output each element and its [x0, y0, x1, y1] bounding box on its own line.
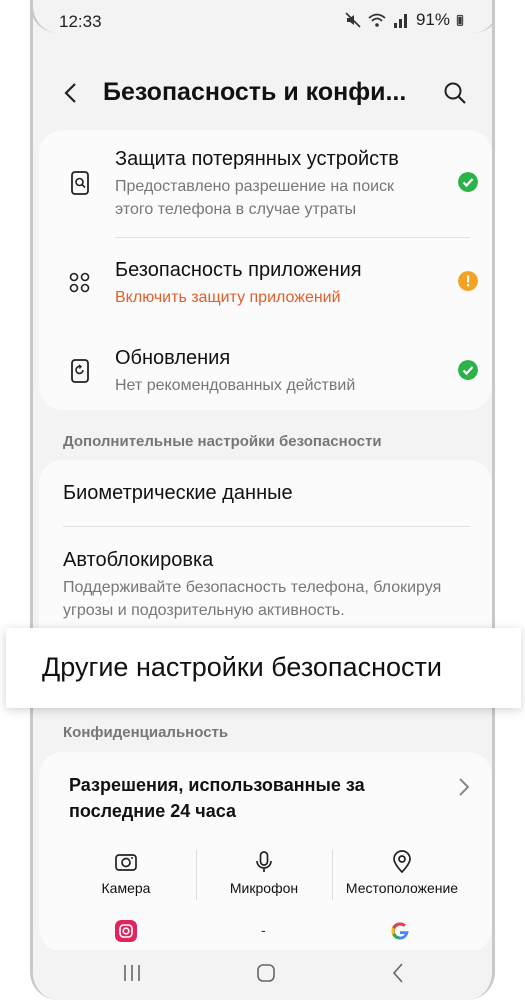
page-title: Безопасность и конфи...: [103, 78, 407, 106]
updates-title: Обновления: [115, 347, 231, 369]
other-security-settings-label: Другие настройки безопасности: [42, 652, 442, 682]
biometrics-item[interactable]: Биометрические данные: [39, 460, 492, 526]
other-security-settings-item[interactable]: Другие настройки безопасности: [6, 628, 521, 708]
location-icon: [393, 850, 411, 874]
wifi-icon: [368, 13, 386, 27]
check-status-icon: [458, 360, 478, 380]
chevron-right-icon: [459, 778, 470, 796]
app-security-title: Безопасность приложения: [115, 259, 362, 281]
permission-apps-row: -: [39, 920, 492, 944]
autoblock-subtitle: Поддерживайте безопасность телефона, бло…: [63, 579, 442, 619]
microphone-column[interactable]: Микрофон: [197, 850, 331, 900]
battery-icon: [456, 14, 464, 26]
search-icon[interactable]: [442, 80, 468, 106]
autoblock-item[interactable]: Автоблокировка Поддерживайте безопасност…: [39, 527, 492, 627]
status-time: 12:33: [59, 12, 102, 31]
privacy-section-label: Конфиденциальность: [63, 724, 229, 741]
security-status-card: Защита потерянных устройств Предоставлен…: [39, 130, 492, 410]
recent-apps-icon[interactable]: [117, 960, 147, 986]
updates-subtitle: Нет рекомендованных действий: [115, 377, 356, 394]
battery-percent: 91%: [415, 10, 450, 29]
permissions-title: Разрешения, использованные за последние …: [69, 775, 365, 821]
privacy-card: Разрешения, использованные за последние …: [39, 752, 492, 952]
microphone-icon: [256, 851, 272, 872]
app-security-subtitle: Включить защиту приложений: [115, 289, 341, 306]
back-arrow-icon[interactable]: [59, 78, 85, 108]
updates-icon: [71, 359, 89, 383]
camera-label: Камера: [101, 880, 151, 896]
lost-device-subtitle: Предоставлено разрешение на поиск этого …: [115, 178, 395, 218]
permissions-item[interactable]: Разрешения, использованные за последние …: [39, 752, 492, 832]
lost-device-icon: [71, 171, 89, 195]
app-security-item[interactable]: Безопасность приложения Включить защиту …: [39, 238, 492, 326]
divider: [196, 850, 197, 900]
instagram-app-icon: [115, 920, 137, 942]
back-nav-icon[interactable]: [383, 960, 413, 986]
autoblock-title: Автоблокировка: [63, 549, 214, 571]
additional-section-label: Дополнительные настройки безопасности: [63, 433, 382, 450]
biometrics-title: Биометрические данные: [63, 482, 293, 504]
app-bar: Безопасность и конфи...: [33, 66, 492, 122]
navigation-bar: [33, 950, 492, 1000]
camera-column[interactable]: Камера: [59, 850, 193, 900]
google-app-icon: [391, 922, 409, 940]
lost-device-item[interactable]: Защита потерянных устройств Предоставлен…: [39, 130, 492, 230]
updates-item[interactable]: Обновления Нет рекомендованных действий: [39, 326, 492, 410]
status-bar: 12:33 91%: [33, 0, 492, 44]
app-security-icon: [69, 272, 90, 293]
warning-status-icon: [458, 271, 478, 291]
divider: [332, 850, 333, 900]
check-status-icon: [458, 172, 478, 192]
signal-icon: [393, 14, 407, 28]
microphone-label: Микрофон: [229, 880, 299, 896]
location-label: Местоположение: [345, 880, 459, 896]
status-icons: 91%: [344, 10, 468, 30]
camera-icon: [115, 854, 137, 871]
phone-screen: 12:33 91% Безопасность и конфи... Защита…: [30, 0, 495, 1000]
microphone-apps-none: -: [261, 922, 266, 938]
lost-device-title: Защита потерянных устройств: [115, 148, 399, 170]
home-icon[interactable]: [251, 960, 281, 986]
mute-icon: [345, 12, 361, 28]
permission-columns: Камера Микрофон Местоположение: [39, 850, 492, 900]
location-column[interactable]: Местоположение: [335, 850, 469, 900]
